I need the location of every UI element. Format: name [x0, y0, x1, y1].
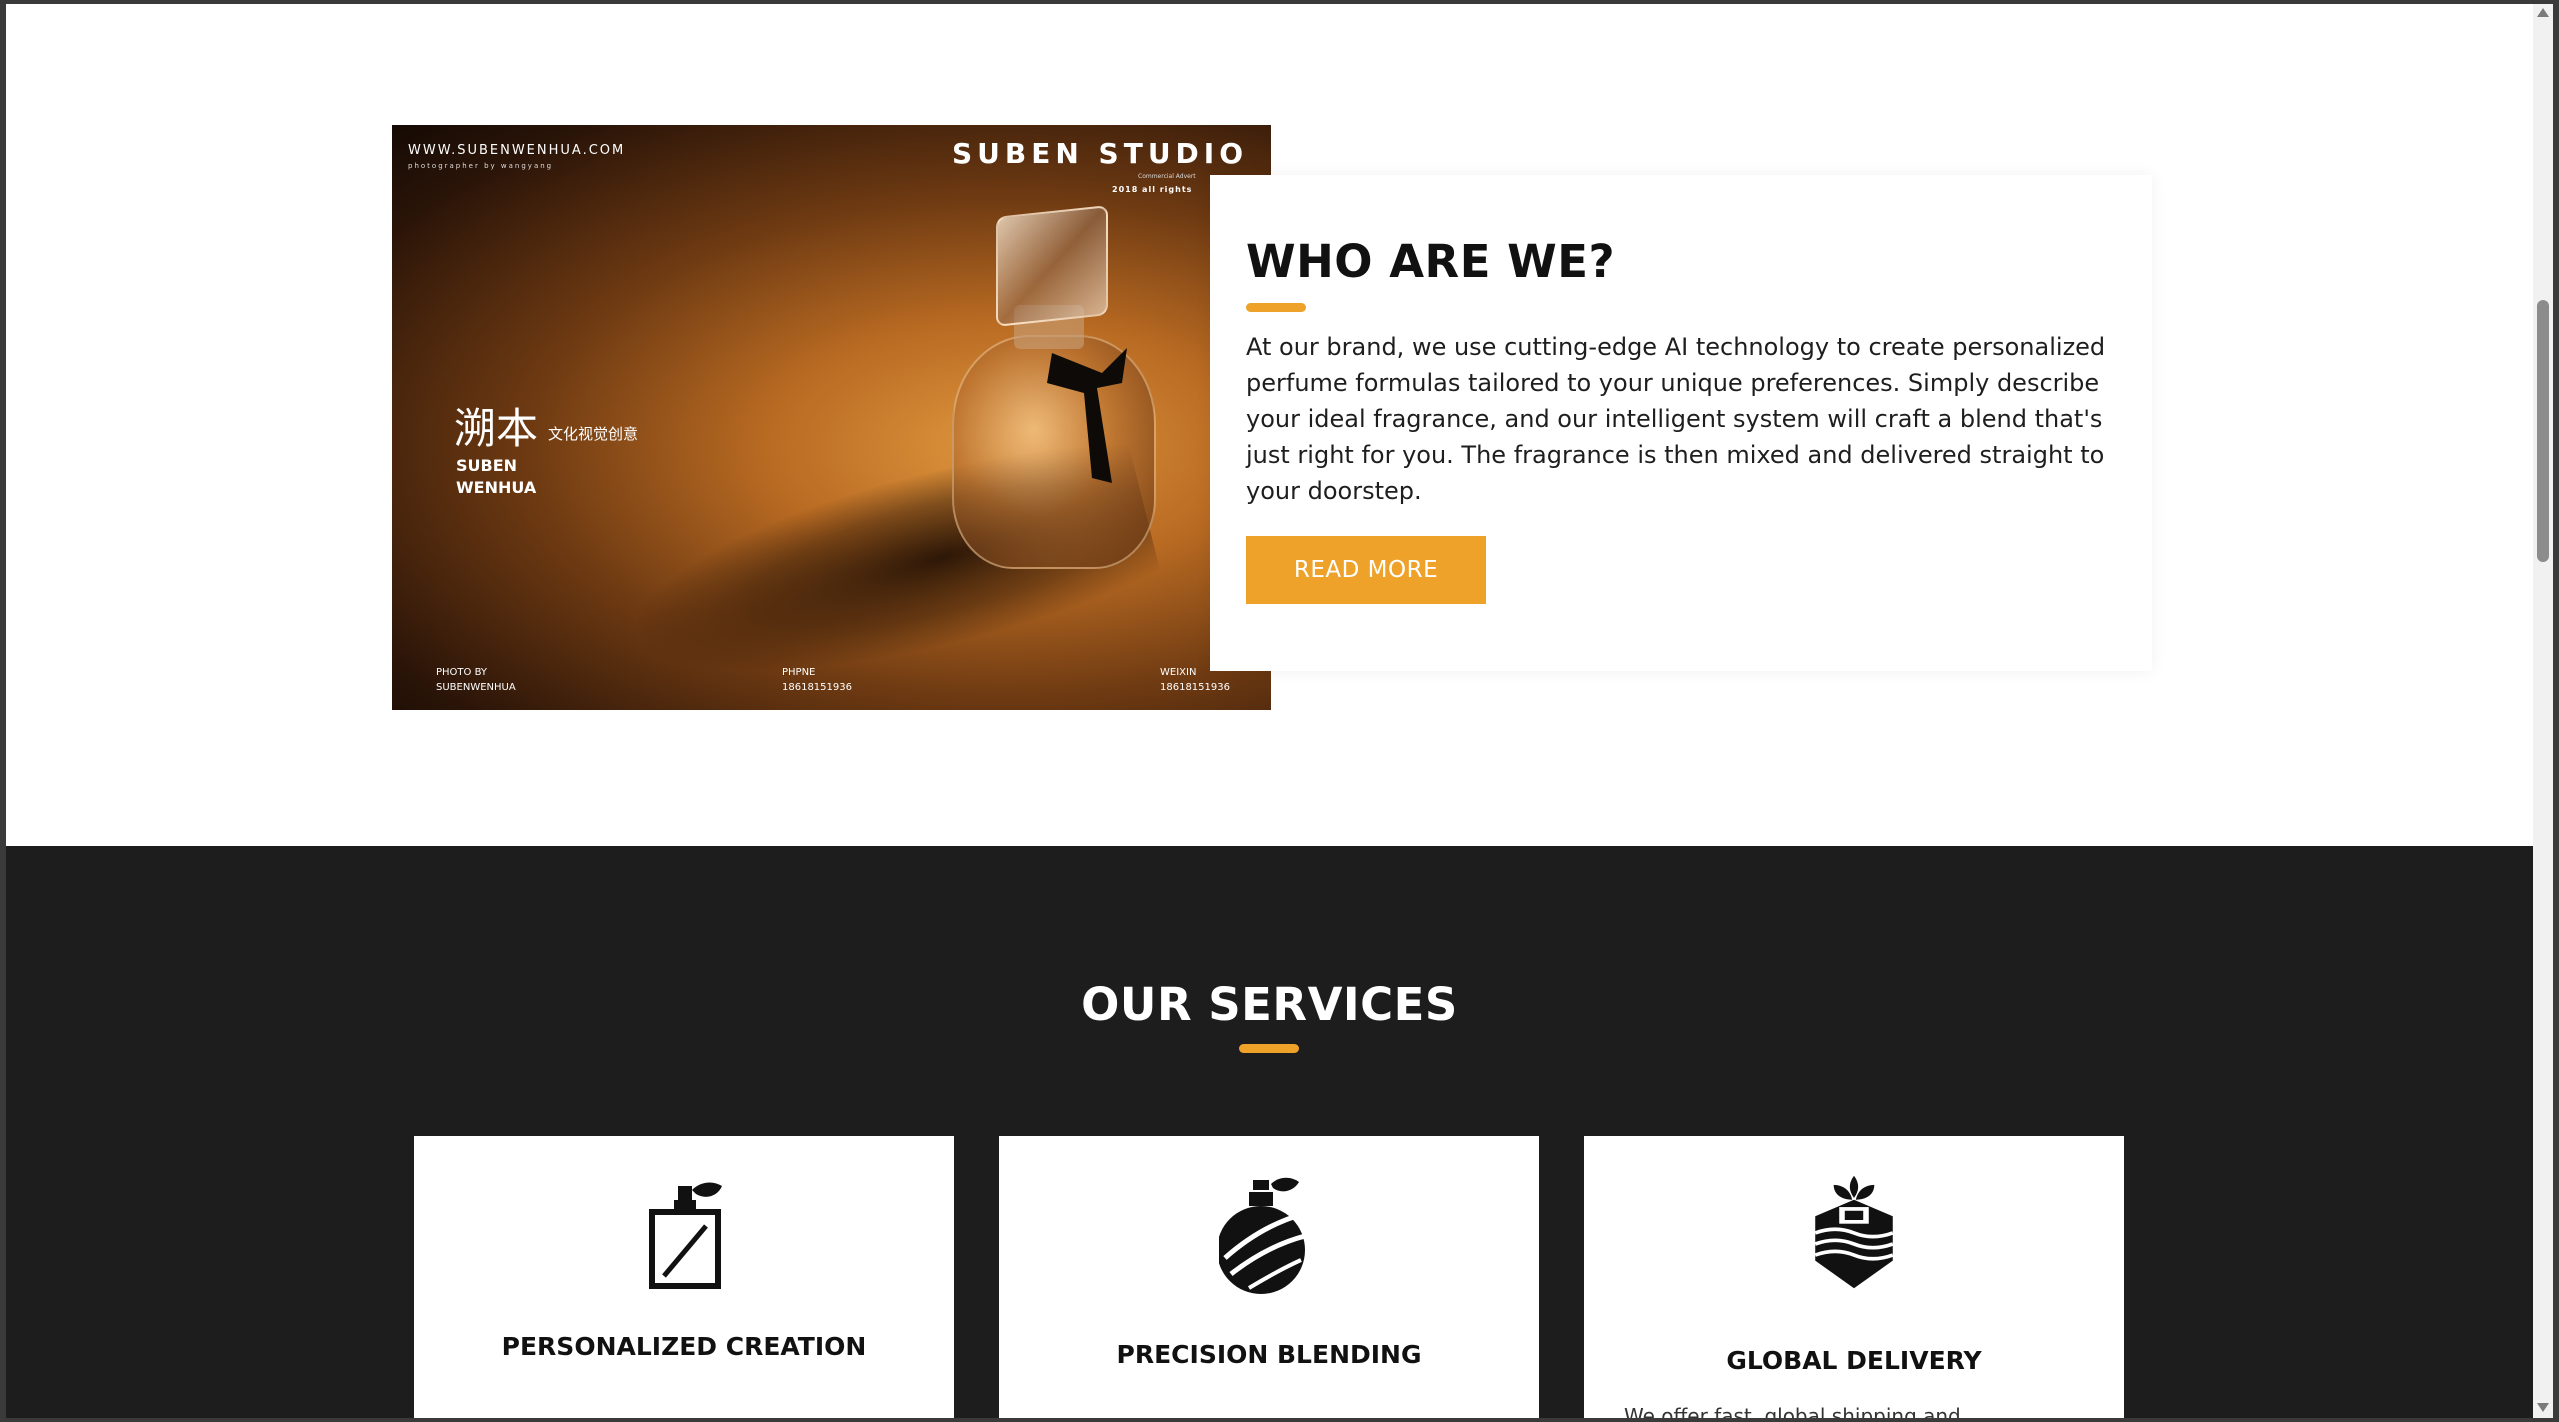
photo-rights-text: 2018 all rights	[1112, 185, 1193, 194]
photo-brand-line1: SUBEN	[456, 456, 518, 475]
about-description: At our brand, we use cutting-edge AI tec…	[1246, 333, 2106, 505]
photo-footer-value: 18618151936	[1160, 682, 1230, 693]
photo-commercial-text: Commercial Advert	[1138, 173, 1196, 180]
read-more-button[interactable]: READ MORE	[1246, 536, 1486, 604]
scroll-thumb[interactable]	[2537, 300, 2549, 562]
service-card-global-delivery[interactable]: GLOBAL DELIVERY We offer fast, global sh…	[1584, 1136, 2124, 1418]
photo-footer-credit: PHOTO BY SUBENWENHUA	[436, 665, 516, 695]
perfume-bottle-icon	[1219, 1177, 1306, 1294]
about-photo: WWW.SUBENWENHUA.COM photographer by wang…	[392, 125, 1271, 710]
photo-chinese-tagline: 文化视觉创意	[548, 425, 639, 443]
vertical-scrollbar[interactable]	[2533, 4, 2553, 1418]
photo-chinese-name: 溯本	[454, 404, 539, 453]
service-title: GLOBAL DELIVERY	[1726, 1346, 1982, 1375]
ribbon-bow	[1047, 348, 1127, 483]
photo-brand-line2: WENHUA	[456, 478, 537, 497]
gift-box-icon	[1814, 1175, 1894, 1289]
service-title: PRECISION BLENDING	[1116, 1340, 1422, 1369]
photo-photographer-text: photographer by wangyang	[408, 162, 554, 170]
title-underline	[1246, 303, 1306, 312]
perfume-bottle-cap	[996, 205, 1108, 327]
photo-footer-value: SUBENWENHUA	[436, 682, 516, 693]
photo-footer-value: 18618151936	[782, 682, 852, 693]
service-card-precision-blending[interactable]: PRECISION BLENDING	[999, 1136, 1539, 1418]
services-title: OUR SERVICES	[1081, 978, 1458, 1031]
service-card-personalized-creation[interactable]: PERSONALIZED CREATION	[414, 1136, 954, 1418]
about-title: WHO ARE WE?	[1246, 235, 1616, 288]
photo-footer-label: PHPNE	[782, 667, 816, 678]
perfume-spray-icon	[649, 1182, 722, 1289]
page-viewport: WWW.SUBENWENHUA.COM photographer by wang…	[6, 4, 2533, 1418]
photo-footer-label: PHOTO BY	[436, 667, 488, 678]
about-card: WHO ARE WE? At our brand, we use cutting…	[1210, 175, 2152, 671]
about-section: WWW.SUBENWENHUA.COM photographer by wang…	[6, 4, 2533, 846]
photo-url-text: WWW.SUBENWENHUA.COM	[408, 143, 626, 158]
services-section: OUR SERVICES PERSONALIZED CREATION PRECI…	[6, 846, 2533, 1418]
service-title: PERSONALIZED CREATION	[501, 1332, 867, 1361]
photo-brand-logo: SUBEN WENHUA	[456, 455, 536, 499]
scroll-down-arrow-icon[interactable]	[2537, 1403, 2549, 1412]
service-description: We offer fast, global shipping and...	[1624, 1404, 1980, 1418]
title-underline	[1239, 1044, 1299, 1053]
photo-footer-phone: PHPNE 18618151936	[782, 665, 852, 695]
scroll-up-arrow-icon[interactable]	[2537, 8, 2549, 17]
photo-studio-text: SUBEN STUDIO	[952, 137, 1249, 170]
